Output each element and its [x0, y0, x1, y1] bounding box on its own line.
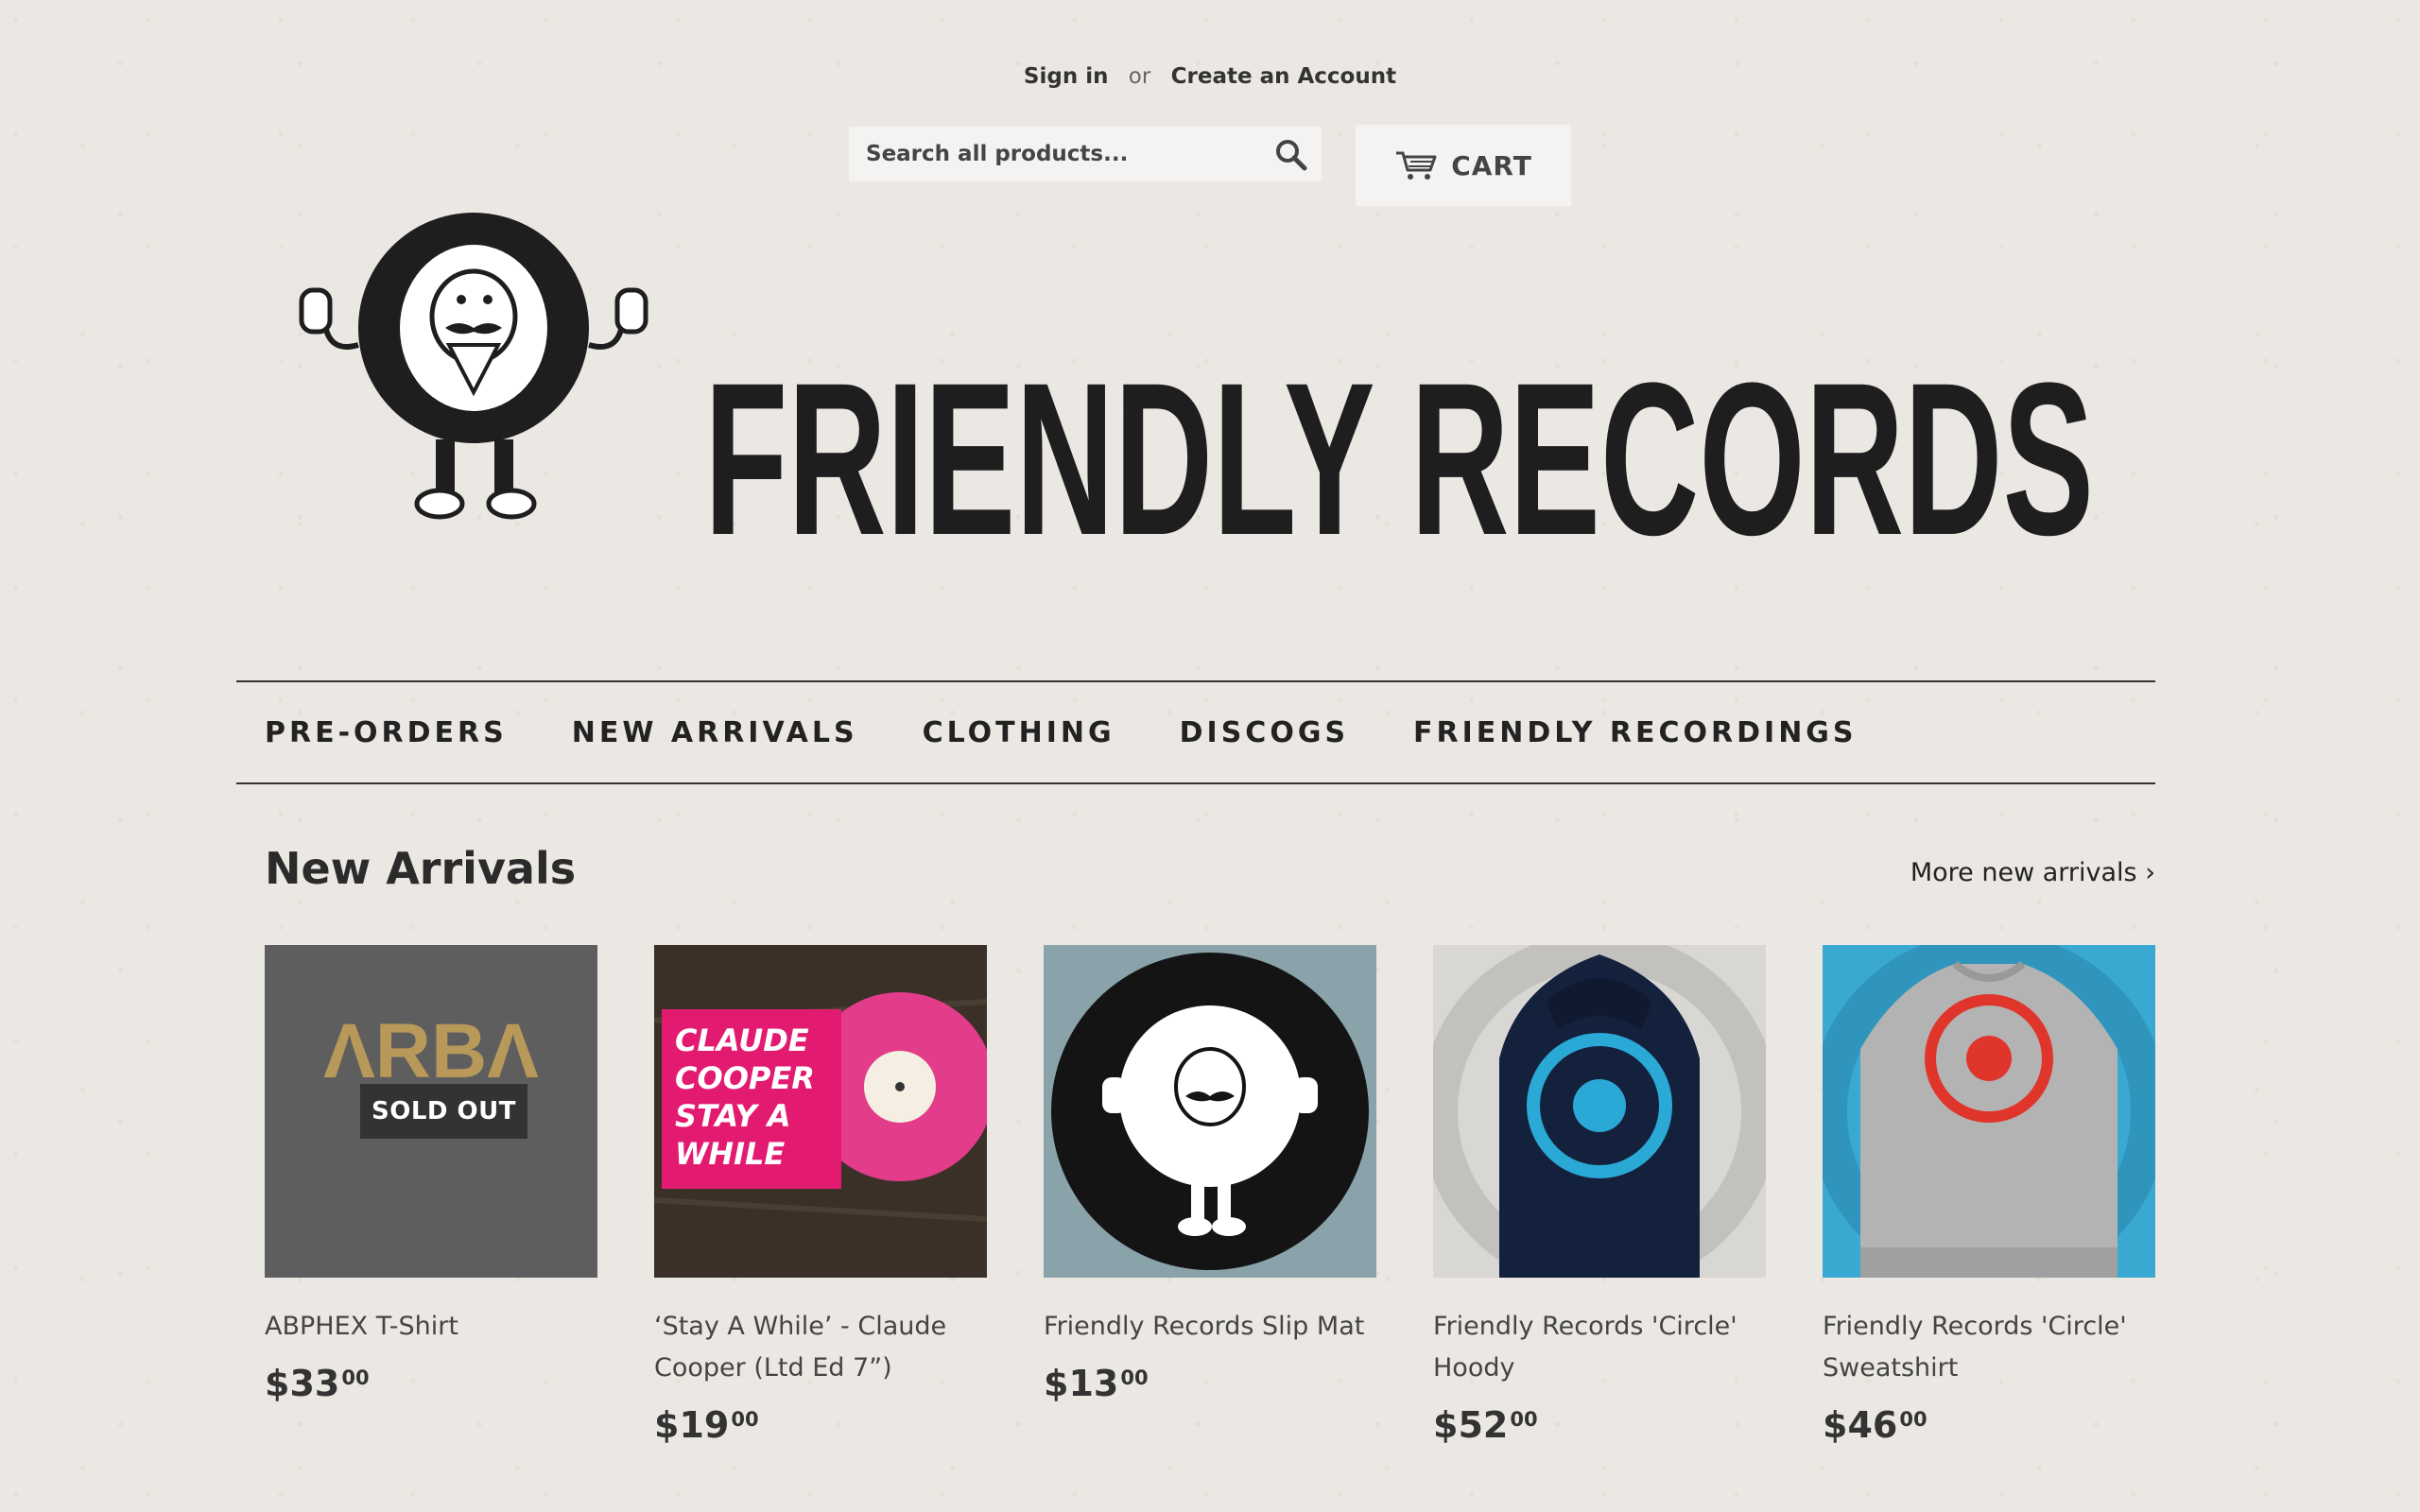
price-dollars: $19 [654, 1404, 730, 1446]
search-box [849, 127, 1322, 181]
price-dollars: $33 [265, 1363, 340, 1404]
account-links: Sign in or Create an Account [0, 64, 2420, 89]
cart-button[interactable]: CART [1356, 125, 1571, 206]
search-input[interactable] [866, 127, 1244, 181]
product-price: $5200 [1433, 1404, 1766, 1446]
mascot-illustration [299, 213, 648, 520]
price-cents: 00 [1120, 1366, 1149, 1389]
nav-item-discogs[interactable]: DISCOGS [1180, 716, 1349, 749]
nav-item-pre-orders[interactable]: PRE-ORDERS [265, 716, 508, 749]
search-button[interactable] [1274, 138, 1308, 172]
search-icon [1276, 140, 1307, 171]
slipmat-artwork [1044, 945, 1376, 1278]
product-image[interactable]: ΛRBΛ SOLD OUT [265, 945, 597, 1278]
nav-item-friendly-recordings[interactable]: FRIENDLY RECORDINGS [1413, 716, 1858, 749]
sold-out-badge: SOLD OUT [360, 1084, 527, 1139]
create-account-link[interactable]: Create an Account [1171, 64, 1396, 89]
product-image[interactable]: CLAUDE COOPER STAY A WHILE [654, 945, 987, 1278]
price-cents: 00 [341, 1366, 370, 1389]
vinyl-artwork: CLAUDE COOPER STAY A WHILE [654, 945, 987, 1278]
logo-wordmark: FRIENDLY RECORDS [704, 337, 2094, 562]
price-dollars: $46 [1823, 1404, 1898, 1446]
price-dollars: $13 [1044, 1363, 1119, 1404]
more-new-arrivals-link[interactable]: More new arrivals › [1910, 858, 2155, 887]
product-card[interactable]: Friendly Records 'Circle' Sweatshirt $46… [1823, 945, 2155, 1446]
cart-icon [1396, 151, 1437, 180]
product-price: $1300 [1044, 1363, 1376, 1404]
price-cents: 00 [1899, 1408, 1927, 1431]
product-image[interactable] [1823, 945, 2155, 1278]
product-card[interactable]: Friendly Records 'Circle' Hoody $5200 [1433, 945, 1766, 1446]
sweatshirt-artwork [1823, 945, 2155, 1278]
product-image-text: ΛRBΛ [323, 1008, 539, 1094]
product-image[interactable] [1433, 945, 1766, 1278]
price-cents: 00 [1510, 1408, 1538, 1431]
nav-item-new-arrivals[interactable]: NEW ARRIVALS [572, 716, 858, 749]
product-card[interactable]: ΛRBΛ SOLD OUT ABPHEX T-Shirt $3300 [265, 945, 597, 1404]
product-price: $1900 [654, 1404, 987, 1446]
price-cents: 00 [731, 1408, 759, 1431]
product-title[interactable]: ‘Stay A While’ - Claude Cooper (Ltd Ed 7… [654, 1306, 987, 1389]
section-title: New Arrivals [265, 843, 577, 894]
product-card[interactable]: Friendly Records Slip Mat $1300 [1044, 945, 1376, 1404]
product-image[interactable] [1044, 945, 1376, 1278]
product-title[interactable]: Friendly Records Slip Mat [1044, 1306, 1376, 1348]
product-title[interactable]: ABPHEX T-Shirt [265, 1306, 597, 1348]
or-text: or [1128, 64, 1151, 89]
main-nav: PRE-ORDERS NEW ARRIVALS CLOTHING DISCOGS… [236, 680, 2155, 784]
product-price: $4600 [1823, 1404, 2155, 1446]
nav-item-clothing[interactable]: CLOTHING [923, 716, 1115, 749]
site-logo[interactable]: FRIENDLY RECORDS [288, 203, 2103, 580]
cart-label: CART [1451, 149, 1532, 181]
product-title[interactable]: Friendly Records 'Circle' Hoody [1433, 1306, 1766, 1389]
product-card[interactable]: CLAUDE COOPER STAY A WHILE ‘Stay A While… [654, 945, 987, 1446]
hoody-artwork [1433, 945, 1766, 1278]
product-title[interactable]: Friendly Records 'Circle' Sweatshirt [1823, 1306, 2155, 1389]
mascot-logo: FRIENDLY RECORDS [299, 213, 2094, 580]
product-price: $3300 [265, 1363, 597, 1404]
price-dollars: $52 [1433, 1404, 1509, 1446]
sign-in-link[interactable]: Sign in [1024, 64, 1109, 89]
